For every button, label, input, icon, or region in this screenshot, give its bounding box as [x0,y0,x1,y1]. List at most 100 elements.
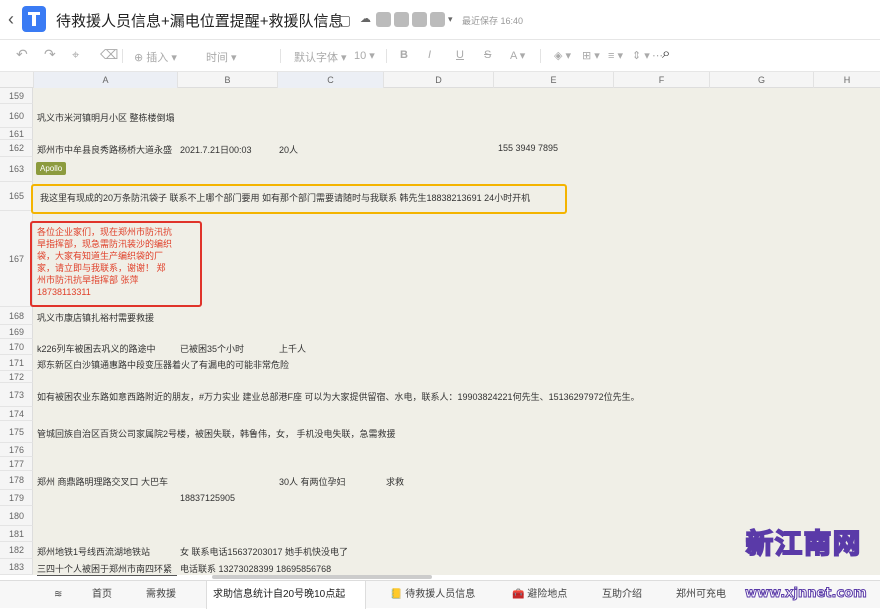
avatar[interactable] [412,12,427,27]
table-row[interactable] [33,339,880,355]
cell-text[interactable]: k226列车被困去巩义的路途中 [37,342,156,355]
column-header-g[interactable]: G [709,72,813,88]
sheet-grid[interactable]: 159 160 巩义市米河镇明月小区 整栋楼倒塌 161 162 郑州市中牟县良秀路杨桥大… [0,88,880,580]
corner-cell[interactable] [0,72,33,88]
font-size-select[interactable]: 10 ▾ [354,49,375,62]
cell-text[interactable]: 巩义市米河镇明月小区 整栋楼倒塌 [37,111,175,124]
fill-color-button[interactable]: ◈ ▾ [554,49,571,62]
cell-text[interactable]: 郑州 商鼎路明理路交叉口 大巴车 [37,475,168,488]
row-number[interactable]: 180 [0,506,33,526]
cell-text[interactable]: 求救 [386,475,404,488]
column-header-f[interactable]: F [613,72,709,88]
row-number[interactable]: 162 [0,140,33,157]
row-number[interactable]: 177 [0,457,33,471]
align-button[interactable]: ≡ ▾ [608,49,623,62]
red-note-text[interactable]: 各位企业家们，现在郑州市防汛抗旱指挥部，现急需防汛装沙的编织袋，大家有知道生产编… [37,226,173,298]
table-row[interactable] [33,128,880,140]
column-header-h[interactable]: H [813,72,880,88]
border-button[interactable]: ⊞ ▾ [582,49,600,62]
cell-text[interactable]: 郑东新区白沙镇通惠路中段变压器着火了有漏电的可能非常危险 [37,358,289,371]
row-number[interactable]: 161 [0,128,33,140]
sheet-tab[interactable]: 📒 待救援人员信息 [384,581,488,609]
row-number[interactable]: 182 [0,542,33,559]
row-number[interactable]: 183 [0,559,33,575]
strikethrough-button[interactable]: S [484,49,491,61]
table-row[interactable] [33,307,880,325]
cell-text[interactable]: 18837125905 [180,493,235,503]
search-icon[interactable]: ⌕ [662,45,670,62]
sheet-tab[interactable]: 郑州可充电 [670,581,754,609]
row-number[interactable]: 167 [0,211,33,307]
row-number[interactable]: 160 [0,104,33,128]
sheet-list-icon[interactable]: ≋ [48,581,72,609]
table-row[interactable] [33,371,880,383]
cloud-icon[interactable]: ☁ [360,12,371,25]
row-number[interactable]: 175 [0,421,33,443]
back-icon[interactable]: ‹ [8,9,14,30]
cell-text[interactable]: 2021.7.21日00:03 [180,143,252,156]
cell-text[interactable]: 郑州地铁1号线西流湖地铁站 [37,545,150,558]
time-button[interactable]: 时间 ▾ [206,49,237,65]
document-title[interactable]: 待救援人员信息+漏电位置提醒+救援队信息 [56,10,344,31]
row-number[interactable]: 181 [0,526,33,542]
row-number[interactable]: 159 [0,88,33,104]
table-row[interactable] [33,88,880,104]
avatar[interactable] [376,12,391,27]
sheet-tab[interactable]: 求助信息统计自20号晚10点起 [206,581,366,609]
chevron-down-icon[interactable]: ▾ [448,14,453,25]
row-number[interactable]: 173 [0,383,33,407]
cell-text[interactable]: 如有被困农业东路如意西路附近的朋友，#万力实业 建业总部港F座 可以为大家提供留… [37,390,640,403]
cell-text[interactable]: 电话联系 13273028399 18695856768 [180,562,331,575]
row-number[interactable]: 163 [0,157,33,182]
row-number[interactable]: 169 [0,325,33,339]
sheet-tab[interactable]: 首页 [86,581,126,609]
cell-text[interactable]: 女 联系电话15637203017 她手机快没电了 [180,545,348,558]
table-row[interactable] [33,490,880,506]
font-family-select[interactable]: 默认字体 ▾ [294,49,347,65]
row-number[interactable]: 170 [0,339,33,355]
column-header-d[interactable]: D [383,72,493,88]
row-number[interactable]: 168 [0,307,33,325]
cell-text[interactable]: 巩义市康店镇扎裕村需要救援 [37,311,154,324]
sheet-tab[interactable]: 互助介绍 [596,581,656,609]
vertical-align-button[interactable]: ⇕ ▾ [632,49,650,62]
underline-button[interactable]: U [456,49,464,61]
row-number[interactable]: 179 [0,490,33,506]
column-header-b[interactable]: B [177,72,277,88]
table-row[interactable] [33,325,880,339]
column-header-e[interactable]: E [493,72,613,88]
horizontal-scrollbar[interactable] [212,575,432,579]
document-icon[interactable]: ▢ [338,12,351,29]
row-number[interactable]: 174 [0,407,33,421]
table-row[interactable] [33,457,880,471]
row-number[interactable]: 178 [0,471,33,490]
row-number[interactable]: 171 [0,355,33,371]
bold-button[interactable]: B [400,49,408,61]
cell-text[interactable]: 上千人 [279,342,306,355]
column-header-c[interactable]: C [277,72,383,88]
undo-icon[interactable]: ↶ [16,46,28,63]
format-painter-icon[interactable]: ⌖ [72,47,79,63]
avatar[interactable] [430,12,445,27]
text-color-button[interactable]: A ▾ [510,49,525,62]
clear-format-icon[interactable]: ⌫ [100,47,118,63]
cell-text[interactable]: 20人 [279,143,298,156]
star-icon[interactable]: ☆ [316,12,329,29]
cell-text[interactable]: 管城回族自治区百货公司家属院2号楼，被困失联，韩鲁伟，女， 手机没电失联，急需救… [37,427,396,440]
column-header-a[interactable]: A [33,72,177,88]
row-number[interactable]: 176 [0,443,33,457]
table-row[interactable] [33,443,880,457]
sheet-tab[interactable]: 🧰 避险地点 [506,581,586,609]
insert-button[interactable]: ⊕ 插入 ▾ [134,49,177,65]
cell-text[interactable]: 155 3949 7895 [498,143,558,153]
cell-text[interactable]: 郑州市中牟县良秀路杨桥大道永盛 [37,143,177,156]
italic-button[interactable]: I [428,49,431,61]
sheet-tab[interactable]: 需救援 [140,581,188,609]
cell-text[interactable]: 30人 有两位孕妇 [279,475,346,488]
cell-text[interactable]: 已被困35个小时 [180,342,244,355]
row-number[interactable]: 165 [0,182,33,211]
cell-text[interactable]: 三四十个人被困于郑州市南四环紧 [37,562,177,576]
redo-icon[interactable]: ↷ [44,46,56,63]
table-row[interactable] [33,157,880,182]
row-number[interactable]: 172 [0,371,33,383]
